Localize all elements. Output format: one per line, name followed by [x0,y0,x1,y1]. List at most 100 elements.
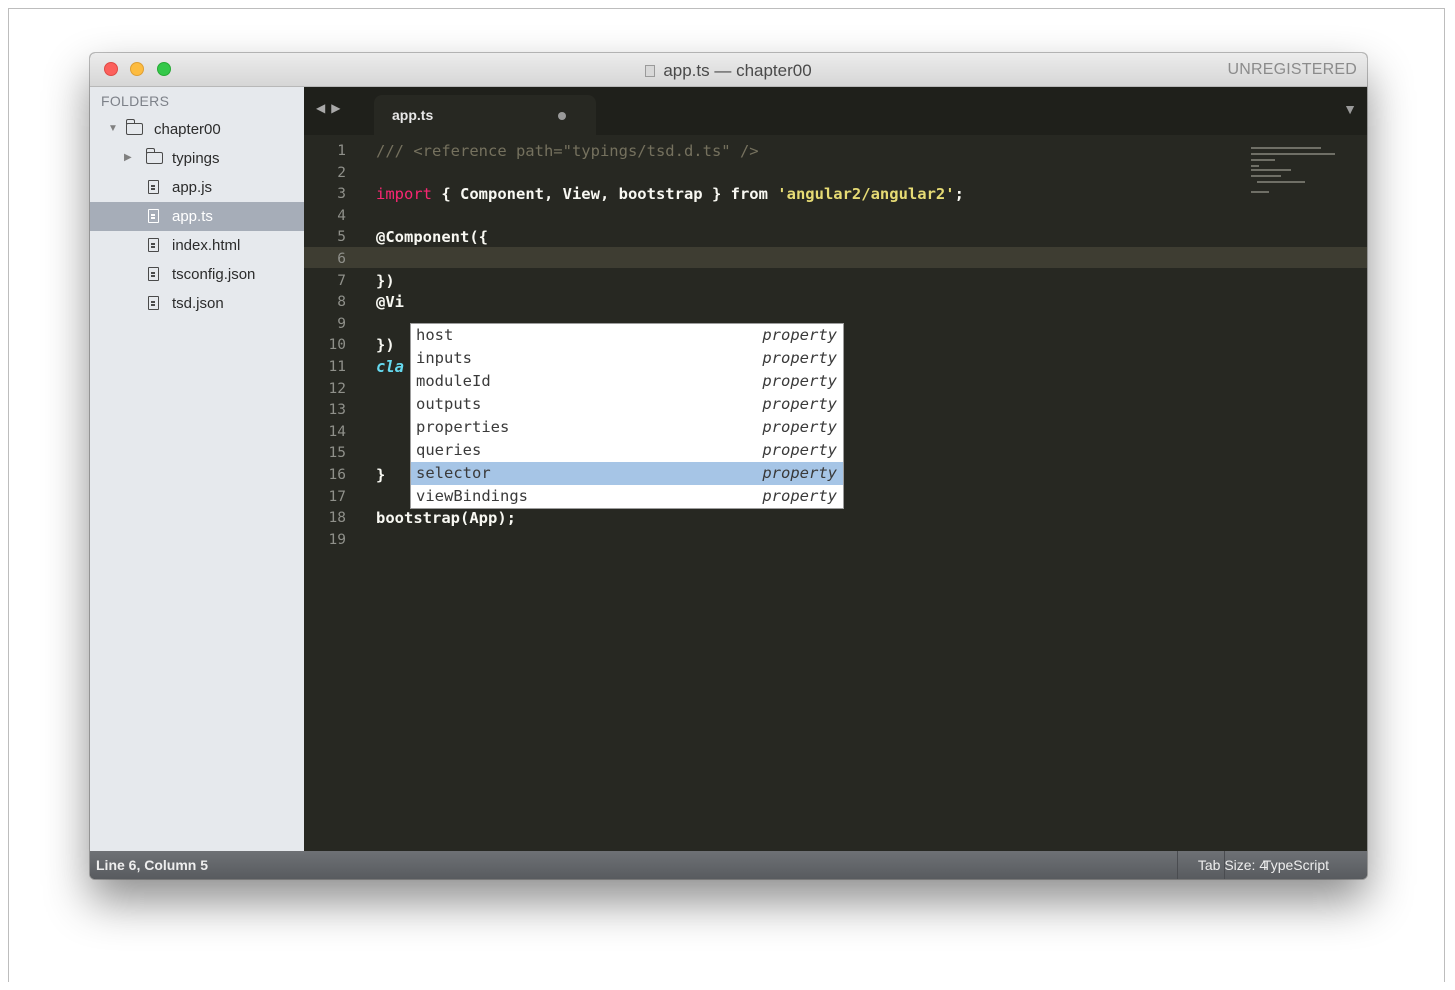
line-number: 7 [337,272,346,289]
code-line-1: /// <reference path="typings/tsd.d.ts" /… [376,142,759,160]
tree-item-label: app.js [172,179,213,196]
window-title: app.ts — chapter00 [663,61,812,80]
code-line-11: cla [376,358,404,376]
autocomplete-item[interactable]: moduleId property [411,370,843,393]
completion-kind: property [762,326,837,344]
tree-item-typings[interactable]: ▶ typings [90,144,304,173]
file-icon [148,209,159,223]
unsaved-dot-icon[interactable] [558,112,566,120]
code-line-10: }) [376,336,395,355]
autocomplete-item-selected[interactable]: selector property [411,462,843,485]
folder-icon [145,148,163,164]
completion-kind: property [762,487,837,505]
line-number: 6 [337,251,346,267]
completion-kind: property [762,418,837,436]
file-icon [148,267,159,281]
status-bar: Line 6, Column 5 Tab Size: 4 TypeScript [90,851,1367,879]
minimap-line [1251,165,1259,167]
line-number: 16 [328,467,346,483]
line-number: 14 [328,423,346,440]
code-text: ; [954,185,964,204]
tree-item-index-html[interactable]: index.html [90,231,304,260]
code-keyword: import [376,185,432,204]
disclosure-open-icon[interactable]: ▼ [108,123,118,134]
minimap-line [1251,169,1291,171]
autocomplete-popup[interactable]: host property inputs property moduleId p… [410,323,844,509]
line-number: 2 [337,164,346,181]
line-number: 8 [337,294,346,311]
autocomplete-item[interactable]: inputs property [411,347,843,370]
line-number: 15 [328,445,346,462]
folders-header: FOLDERS [101,93,170,109]
registration-status: UNREGISTERED [1227,61,1357,78]
completion-name: inputs [416,349,472,367]
editor-window: app.ts — chapter00 UNREGISTERED FOLDERS … [90,53,1367,879]
autocomplete-item[interactable]: queries property [411,439,843,462]
line-number: 3 [337,186,346,203]
cursor-position: Line 6, Column 5 [96,857,209,873]
tree-item-chapter00[interactable]: ▼ chapter00 [90,115,304,144]
line-number: 1 [337,143,346,159]
tree-item-app-ts[interactable]: app.ts [90,202,304,231]
syntax-selector[interactable]: TypeScript [1224,851,1367,879]
completion-kind: property [762,349,837,367]
document-icon [645,65,656,77]
tree-item-tsd-json[interactable]: tsd.json [90,289,304,318]
code-line-18: bootstrap(App); [376,509,516,528]
completion-name: selector [416,464,491,482]
completion-name: host [416,326,454,344]
completion-kind: property [762,395,837,413]
line-number: 11 [328,359,346,375]
line-number: 19 [328,531,346,548]
minimap-line [1251,175,1281,177]
code-line-5: @Component({ [376,228,488,247]
code-line-8: @Vi [376,293,404,312]
tab-list-dropdown-icon[interactable]: ▼ [1343,101,1357,117]
folder-open-icon [125,119,143,135]
completion-name: moduleId [416,372,491,390]
minimap-line [1251,159,1275,161]
tab-nav-arrows-icon[interactable]: ◀▶ [316,101,346,115]
tree-item-app-js[interactable]: app.js [90,173,304,202]
line-number: 5 [337,229,346,246]
completion-name: viewBindings [416,487,528,505]
tree-item-tsconfig-json[interactable]: tsconfig.json [90,260,304,289]
code-string: 'angular2/angular2' [777,185,955,204]
code-line-16: } [376,466,386,484]
current-line-highlight [304,247,1367,268]
tab-bar: ◀▶ app.ts ▼ [304,87,1367,135]
tree-item-label: chapter00 [154,121,221,138]
completion-name: properties [416,418,510,436]
line-number: 12 [328,380,346,397]
code-line-3: import { Component, View, bootstrap } fr… [376,184,964,206]
completion-kind: property [762,441,837,459]
file-icon [148,296,159,310]
line-number: 17 [328,488,346,505]
minimap-line [1251,153,1335,155]
disclosure-closed-icon[interactable]: ▶ [124,152,132,163]
completion-name: outputs [416,395,482,413]
minimap-line [1257,181,1305,183]
completion-kind: property [762,464,837,482]
tab-app-ts[interactable]: app.ts [374,95,596,135]
sidebar: FOLDERS ▼ chapter00 ▶ typings app.js app… [90,87,304,851]
file-icon [148,238,159,252]
minimap-line [1251,191,1269,193]
code-line-7: }) [376,271,395,290]
line-number: 4 [337,207,346,224]
line-number: 13 [328,402,346,419]
line-number: 9 [337,315,346,332]
tree-item-label: app.ts [172,208,213,225]
window-title-area: app.ts — chapter00 [90,61,1367,81]
tree-item-label: index.html [172,237,241,254]
line-number: 18 [328,510,346,527]
minimap-line [1251,147,1321,149]
minimap[interactable] [1251,147,1347,197]
completion-name: queries [416,441,482,459]
completion-kind: property [762,372,837,390]
autocomplete-item[interactable]: outputs property [411,393,843,416]
autocomplete-item[interactable]: host property [411,324,843,347]
tree-item-label: typings [172,150,220,167]
autocomplete-item[interactable]: properties property [411,416,843,439]
autocomplete-item[interactable]: viewBindings property [411,485,843,508]
